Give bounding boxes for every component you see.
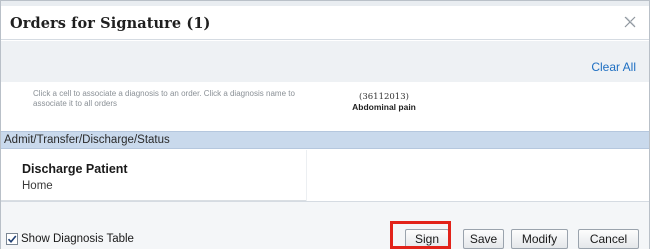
order-group-header: Admit/Transfer/Discharge/Status	[1, 131, 649, 149]
order-detail: Home	[22, 180, 53, 192]
diagnosis-name[interactable]: Abdominal pain	[319, 102, 449, 112]
diagnosis-instructions: Click a cell to associate a diagnosis to…	[33, 89, 295, 108]
show-diagnosis-table-checkbox[interactable]	[6, 233, 18, 245]
order-diagnosis-cell[interactable]	[306, 150, 649, 201]
diagnosis-header: Click a cell to associate a diagnosis to…	[1, 82, 649, 129]
show-diagnosis-table-label: Show Diagnosis Table	[21, 233, 134, 245]
modify-button[interactable]: Modify	[511, 229, 568, 249]
dialog-toolbar: Clear All	[1, 41, 649, 82]
sign-button[interactable]: Sign	[405, 229, 449, 249]
orders-for-signature-dialog: Orders for Signature (1) Clear All Click…	[0, 0, 650, 249]
close-icon[interactable]	[623, 15, 637, 29]
diagnosis-code: (36112013)	[359, 92, 409, 102]
dialog-title: Orders for Signature (1)	[10, 15, 211, 32]
order-name: Discharge Patient	[22, 162, 128, 176]
save-button[interactable]: Save	[463, 229, 504, 249]
checkmark-icon	[7, 235, 17, 244]
order-group-label: Admit/Transfer/Discharge/Status	[4, 134, 170, 146]
clear-all-link[interactable]: Clear All	[591, 60, 636, 74]
order-cell: Discharge Patient Home	[1, 150, 306, 201]
dialog-footer: Show Diagnosis Table Sign Save Modify Ca…	[1, 201, 649, 249]
diagnosis-column-header[interactable]: (36112013) Abdominal pain	[319, 92, 449, 112]
order-row: Discharge Patient Home	[1, 150, 649, 201]
show-diagnosis-table-toggle[interactable]: Show Diagnosis Table	[6, 232, 134, 246]
cancel-button[interactable]: Cancel	[578, 229, 639, 249]
dialog-title-bar: Orders for Signature (1)	[1, 1, 649, 40]
